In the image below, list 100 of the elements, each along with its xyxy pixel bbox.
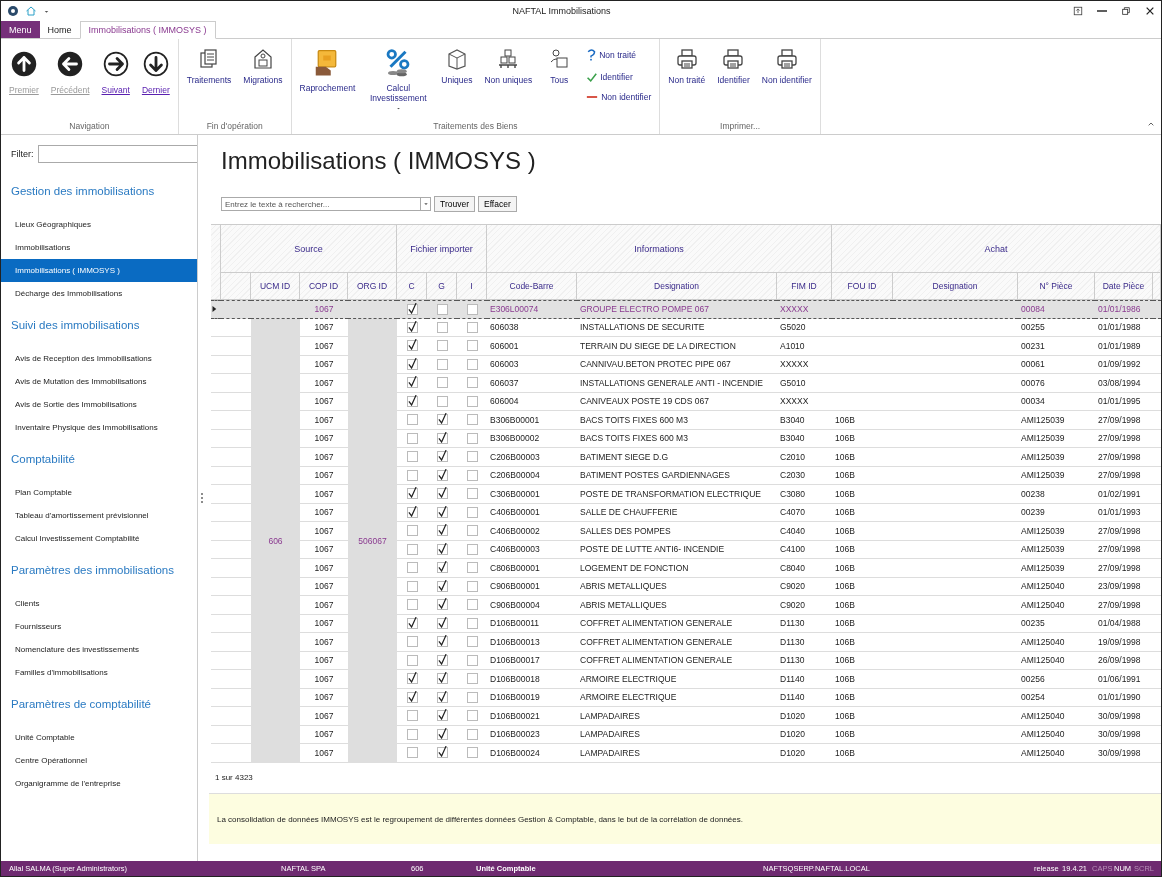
checkbox[interactable]	[406, 506, 418, 518]
search-field[interactable]: Entrez le texte à rechercher...	[221, 197, 421, 211]
checkbox[interactable]	[436, 451, 448, 463]
ribbon-button[interactable]: Migrations	[239, 41, 287, 88]
checkbox[interactable]	[466, 673, 478, 685]
nav-item[interactable]: Inventaire Physique des Immobilisations	[1, 416, 197, 439]
checkbox[interactable]	[406, 562, 418, 574]
checkbox[interactable]	[406, 747, 418, 759]
column-header[interactable]: Designation	[577, 273, 777, 300]
nav-item[interactable]: Unité Comptable	[1, 726, 197, 749]
checkbox[interactable]	[436, 617, 448, 629]
checkbox[interactable]	[466, 377, 478, 389]
checkbox[interactable]	[436, 414, 448, 426]
checkbox[interactable]	[436, 728, 448, 740]
ribbon-button[interactable]: Calcul Investissement	[363, 41, 434, 116]
nav-item[interactable]: Clients	[1, 592, 197, 615]
checkbox[interactable]	[436, 488, 448, 500]
checkbox[interactable]	[406, 636, 418, 648]
checkbox[interactable]	[436, 543, 448, 555]
checkbox[interactable]	[466, 654, 478, 666]
checkbox[interactable]	[406, 543, 418, 555]
nav-item[interactable]: Centre Opérationnel	[1, 749, 197, 772]
checkbox[interactable]	[466, 395, 478, 407]
nav-button[interactable]: Dernier	[137, 41, 174, 98]
checkbox[interactable]	[466, 321, 478, 333]
ribbon-button[interactable]: Non traité	[586, 47, 652, 63]
column-header[interactable]: FIM ID	[777, 273, 832, 300]
checkbox[interactable]	[406, 599, 418, 611]
column-header[interactable]: Code-Barre	[487, 273, 577, 300]
checkbox[interactable]	[466, 636, 478, 648]
checkbox[interactable]	[436, 654, 448, 666]
menu-tab[interactable]: Menu	[1, 21, 40, 38]
nav-button[interactable]: Suivant	[97, 41, 134, 98]
column-header[interactable]: COP ID	[300, 273, 348, 300]
ribbon-tab[interactable]: Home	[39, 22, 80, 38]
search-button[interactable]: Trouver	[434, 196, 475, 212]
nav-item[interactable]: Avis de Reception des Immobilisations	[1, 347, 197, 370]
checkbox[interactable]	[406, 691, 418, 703]
nav-item[interactable]: Plan Comptable	[1, 481, 197, 504]
checkbox[interactable]	[406, 710, 418, 722]
column-header[interactable]: Date Pièce	[1095, 273, 1153, 300]
ribbon-button[interactable]: Traitements	[182, 41, 236, 88]
ribbon-button[interactable]: Uniques	[437, 41, 477, 88]
checkbox[interactable]	[436, 747, 448, 759]
checkbox[interactable]	[406, 617, 418, 629]
checkbox[interactable]	[406, 488, 418, 500]
nav-item[interactable]: Lieux Géographiques	[1, 213, 197, 236]
checkbox[interactable]	[406, 377, 418, 389]
nav-item[interactable]: Décharge des Immobilisations	[1, 282, 197, 305]
nav-item[interactable]: Fournisseurs	[1, 615, 197, 638]
checkbox[interactable]	[406, 358, 418, 370]
checkbox[interactable]	[466, 747, 478, 759]
checkbox[interactable]	[436, 710, 448, 722]
column-header[interactable]: FOU ID	[832, 273, 893, 300]
checkbox[interactable]	[466, 340, 478, 352]
checkbox[interactable]	[466, 617, 478, 629]
column-header[interactable]: ORG ID	[348, 273, 397, 300]
ribbon-button[interactable]: Non uniques	[480, 41, 537, 88]
column-header[interactable]: UCM ID	[251, 273, 300, 300]
ribbon-button[interactable]: Raprochement	[295, 41, 360, 96]
nav-item[interactable]: Familles d'immobilisations	[1, 661, 197, 684]
checkbox[interactable]	[466, 303, 478, 315]
checkbox[interactable]	[436, 377, 448, 389]
dropdown-button[interactable]	[421, 197, 431, 211]
checkbox[interactable]	[436, 562, 448, 574]
checkbox[interactable]	[406, 728, 418, 740]
checkbox[interactable]	[436, 395, 448, 407]
checkbox[interactable]	[436, 691, 448, 703]
checkbox[interactable]	[466, 710, 478, 722]
checkbox[interactable]	[406, 525, 418, 537]
ribbon-button[interactable]: Identifier	[713, 41, 754, 88]
checkbox[interactable]	[466, 525, 478, 537]
nav-item[interactable]: Organigramme de l'entreprise	[1, 772, 197, 795]
checkbox[interactable]	[466, 432, 478, 444]
checkbox[interactable]	[406, 451, 418, 463]
checkbox[interactable]	[436, 303, 448, 315]
nav-item[interactable]: Immobilisations ( IMMOSYS )	[1, 259, 197, 282]
ribbon-button[interactable]: Tous	[540, 41, 579, 88]
nav-item[interactable]: Avis de Mutation des Immobilisations	[1, 370, 197, 393]
checkbox[interactable]	[466, 414, 478, 426]
checkbox[interactable]	[406, 469, 418, 481]
checkbox[interactable]	[436, 432, 448, 444]
checkbox[interactable]	[406, 395, 418, 407]
checkbox[interactable]	[466, 543, 478, 555]
checkbox[interactable]	[466, 451, 478, 463]
nav-item[interactable]: Calcul Investissement Comptabilité	[1, 527, 197, 550]
checkbox[interactable]	[436, 506, 448, 518]
column-header[interactable]: N° Pièce	[1018, 273, 1095, 300]
checkbox[interactable]	[436, 340, 448, 352]
checkbox[interactable]	[406, 414, 418, 426]
checkbox[interactable]	[466, 358, 478, 370]
ribbon-button[interactable]: Non traité	[664, 41, 710, 88]
checkbox[interactable]	[436, 580, 448, 592]
nav-item[interactable]: Tableau d'amortissement prévisionnel	[1, 504, 197, 527]
search-button[interactable]: Effacer	[478, 196, 517, 212]
checkbox[interactable]	[436, 673, 448, 685]
ribbon-button[interactable]: Non identifier	[586, 91, 652, 103]
filter-field[interactable]	[37, 145, 197, 163]
column-header[interactable]: G	[427, 273, 457, 300]
checkbox[interactable]	[466, 728, 478, 740]
